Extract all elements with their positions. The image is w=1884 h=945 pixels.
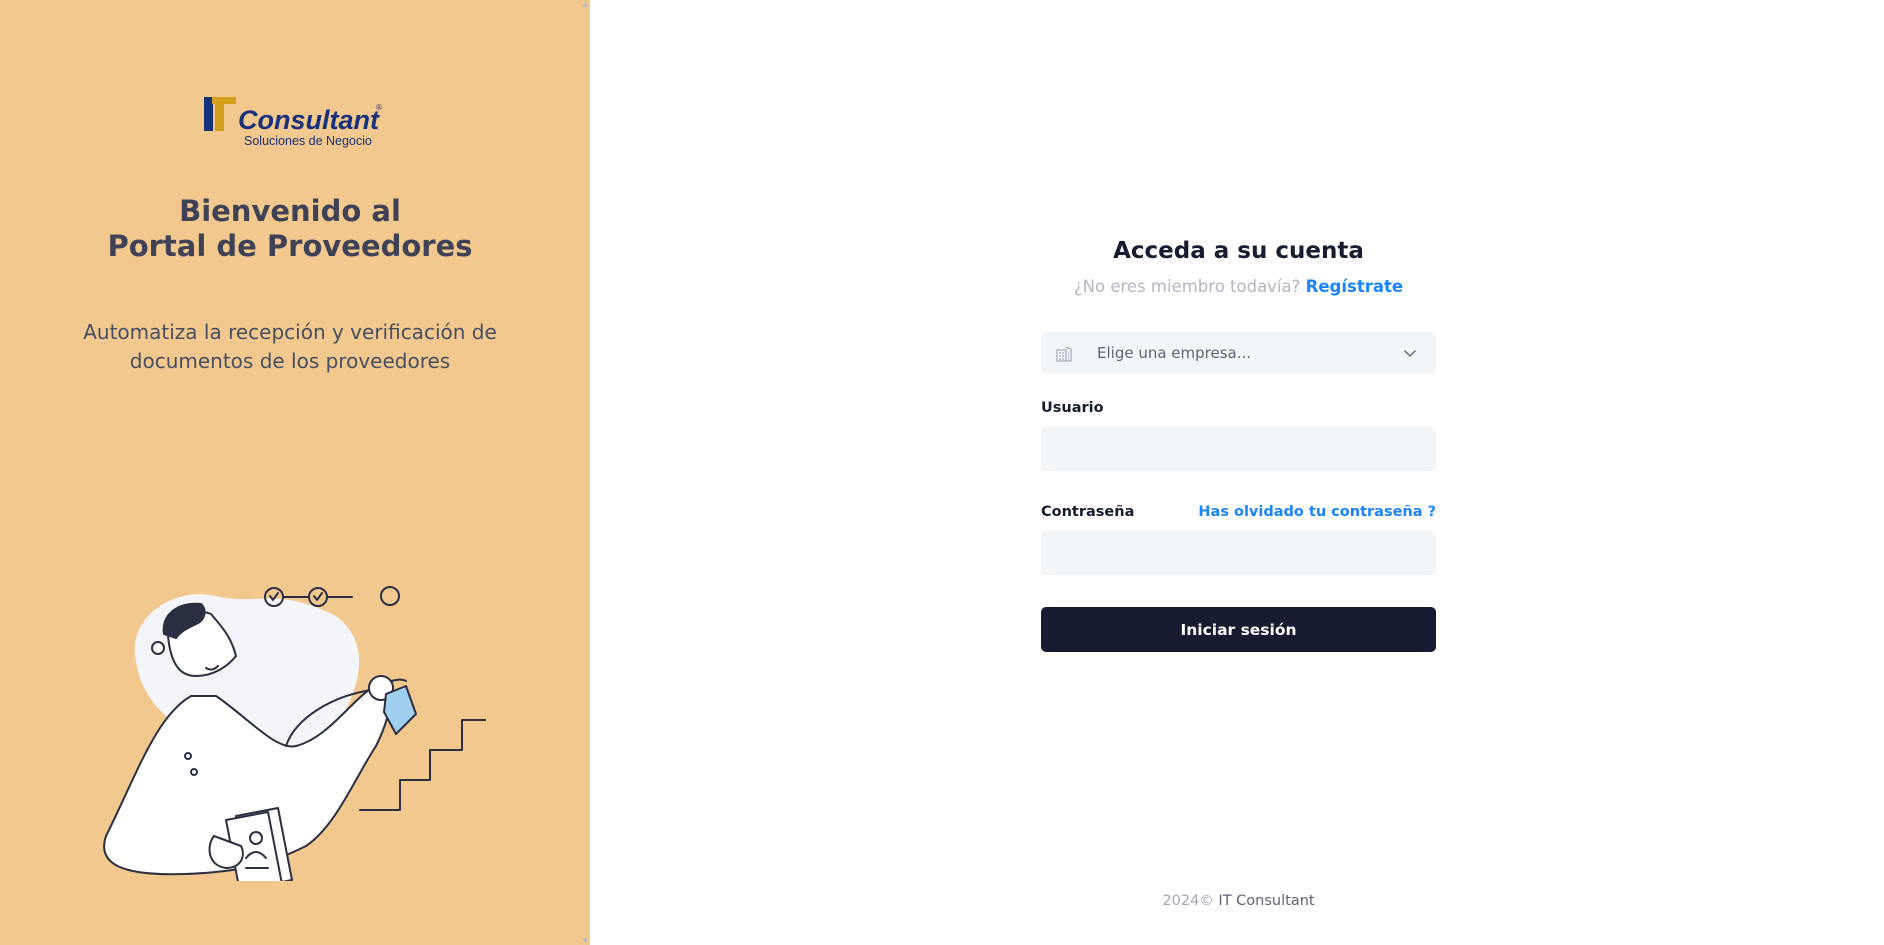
not-member-text: ¿No eres miembro todavía?	[1073, 277, 1301, 296]
forgot-password-link[interactable]: Has olvidado tu contraseña ?	[1198, 504, 1436, 520]
login-form: Acceda a su cuenta ¿No eres miembro toda…	[1041, 0, 1436, 945]
chevron-down-icon	[1404, 350, 1416, 357]
logo-wordmark: Consultant	[238, 105, 380, 135]
scroll-up-arrow[interactable]: ▲	[583, 0, 588, 8]
tagline-line-1: Automatiza la recepción y verificación d…	[83, 320, 497, 344]
svg-text:®: ®	[376, 103, 382, 112]
welcome-line-1: Bienvenido al	[179, 194, 401, 228]
welcome-line-2: Portal de Proveedores	[107, 229, 473, 263]
sign-in-button[interactable]: Iniciar sesión	[1041, 607, 1436, 652]
welcome-panel: ▲ ▼ Consultant ® Soluciones de Negocio B…	[0, 0, 590, 945]
building-icon	[1056, 346, 1072, 362]
register-prompt: ¿No eres miembro todavía? Regístrate	[1041, 277, 1436, 296]
username-label: Usuario	[1041, 400, 1104, 416]
username-input[interactable]	[1041, 426, 1436, 471]
logo-tagline: Soluciones de Negocio	[244, 134, 372, 148]
footer: 2024© IT Consultant	[1041, 893, 1436, 909]
welcome-heading: Bienvenido al Portal de Proveedores	[0, 194, 580, 264]
login-title: Acceda a su cuenta	[1113, 238, 1364, 264]
password-label: Contraseña	[1041, 504, 1135, 520]
company-select-value: Elige una empresa...	[1097, 344, 1252, 362]
it-consultant-logo: Consultant ® Soluciones de Negocio	[204, 97, 382, 148]
register-link[interactable]: Regístrate	[1306, 277, 1403, 296]
footer-year: 2024©	[1162, 893, 1214, 909]
person-climbing-illustration	[103, 586, 486, 881]
password-input[interactable]	[1041, 530, 1436, 575]
tagline-line-2: documentos de los proveedores	[129, 349, 451, 373]
company-select[interactable]: Elige una empresa...	[1041, 332, 1436, 374]
scroll-down-arrow[interactable]: ▼	[583, 937, 588, 945]
welcome-tagline: Automatiza la recepción y verificación d…	[0, 318, 580, 376]
footer-company: IT Consultant	[1218, 893, 1315, 909]
